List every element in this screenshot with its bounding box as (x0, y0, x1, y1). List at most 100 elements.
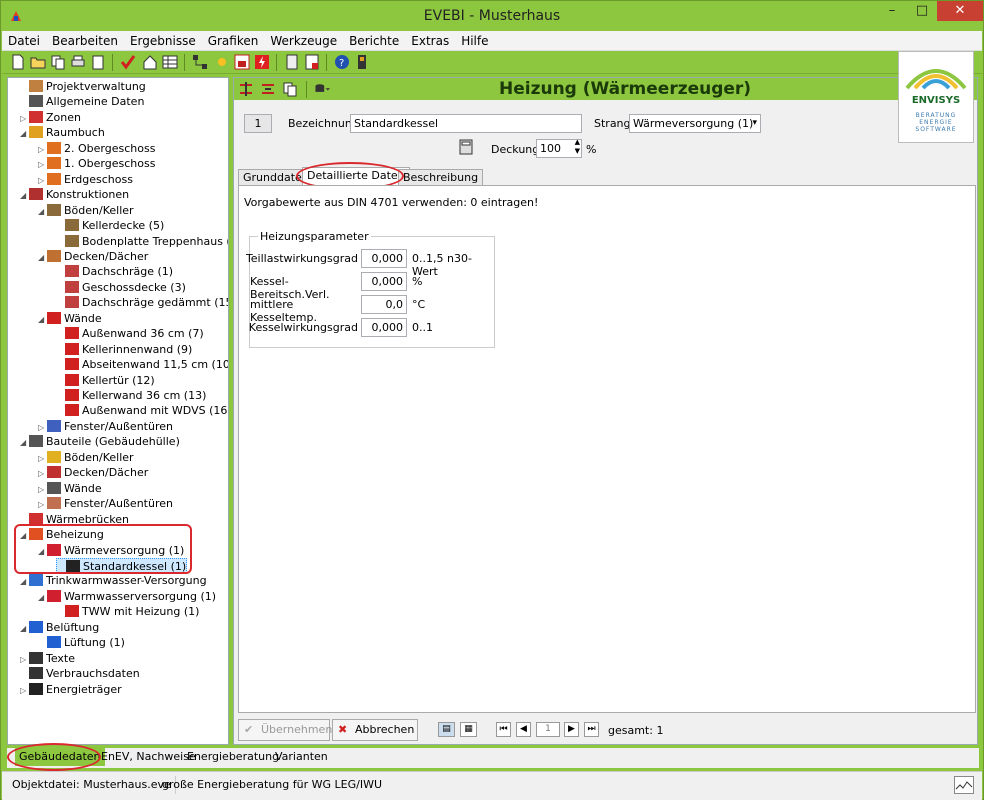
chart-icon[interactable] (234, 54, 250, 70)
expand-arrow-icon[interactable]: ▷ (38, 497, 47, 512)
project-tree[interactable]: Projektverwaltung Allgemeine Daten ▷ Zonen ◢… (7, 77, 229, 745)
expand-arrow-icon[interactable]: ▷ (38, 142, 47, 157)
accept-button[interactable]: ✔ Übernehmen (238, 719, 332, 741)
tree-item[interactable]: Lüftung (1) (38, 635, 125, 650)
tree-item[interactable]: Kellertür (12) (56, 373, 155, 388)
tree-item[interactable]: ◢ Wände (38, 311, 102, 326)
tree-item[interactable]: ◢ Decken/Dächer (38, 249, 148, 264)
tree-item[interactable]: Kellerwand 36 cm (13) (56, 388, 206, 403)
open-folder-icon[interactable] (30, 54, 46, 70)
menu-item-2[interactable]: Ergebnisse (124, 31, 202, 48)
deckung-spinner[interactable]: 100 ▲ ▼ (536, 138, 582, 158)
tree-item[interactable]: ▷ Energieträger (20, 682, 122, 697)
tab-energieberatung[interactable]: Energieberatung (183, 748, 283, 766)
tree-item[interactable]: ▷ Texte (20, 651, 75, 666)
new-file-icon[interactable] (10, 54, 26, 70)
tree-item[interactable]: ◢ Konstruktionen (20, 187, 129, 202)
menu-item-0[interactable]: Datei (2, 31, 46, 48)
expand-arrow-icon[interactable]: ◢ (38, 204, 47, 219)
tree-item[interactable]: ◢ Raumbuch (20, 125, 105, 140)
expand-arrow-icon[interactable]: ◢ (20, 126, 29, 141)
report-icon[interactable] (304, 54, 320, 70)
add-icon[interactable] (238, 81, 254, 97)
expand-arrow-icon[interactable]: ▷ (38, 173, 47, 188)
first-record-button[interactable]: ⏮ (496, 722, 511, 737)
tree-item[interactable]: ◢ Bauteile (Gebäudehülle) (20, 434, 180, 449)
param-input[interactable]: 0,0 (361, 295, 407, 314)
tree-item[interactable]: Abseitenwand 11,5 cm (10) (56, 357, 228, 372)
tab-beschreibung[interactable]: Beschreibung (398, 169, 484, 186)
tree-item[interactable]: Dachschräge gedämmt (15) (56, 295, 228, 310)
next-record-button[interactable]: ▶ (564, 722, 579, 737)
check-icon[interactable] (120, 54, 136, 70)
tree-item[interactable]: Außenwand 36 cm (7) (56, 326, 204, 341)
tree-item[interactable]: ▷ Zonen (20, 110, 81, 125)
param-input[interactable]: 0,000 (361, 249, 407, 268)
database-dropdown-icon[interactable] (314, 81, 330, 97)
sun-icon[interactable] (214, 54, 230, 70)
tree-item[interactable]: Bodenplatte Treppenhaus (6) (56, 234, 228, 249)
expand-arrow-icon[interactable]: ▷ (38, 451, 47, 466)
expand-arrow-icon[interactable]: ▷ (20, 111, 29, 126)
tree-item[interactable]: Geschossdecke (3) (56, 280, 186, 295)
minimize-button[interactable]: – (877, 1, 907, 21)
spinner-arrows-icon[interactable]: ▲ ▼ (575, 138, 580, 156)
tree-item[interactable]: ▷ Fenster/Außentüren (38, 419, 173, 434)
tree-item[interactable]: ▷ 1. Obergeschoss (38, 156, 155, 171)
tree-item[interactable]: Kellerinnenwand (9) (56, 342, 192, 357)
expand-arrow-icon[interactable]: ◢ (38, 312, 47, 327)
tree-item[interactable]: ◢ Warmwasserversorgung (1) (38, 589, 216, 604)
expand-arrow-icon[interactable]: ◢ (20, 574, 29, 589)
tree-item[interactable]: Außenwand mit WDVS (16) (56, 403, 228, 418)
tree-item[interactable]: ▷ Decken/Dächer (38, 465, 148, 480)
energy-icon[interactable] (254, 54, 270, 70)
menu-item-3[interactable]: Grafiken (202, 31, 265, 48)
expand-arrow-icon[interactable]: ◢ (20, 621, 29, 636)
clipboard-icon[interactable] (90, 54, 106, 70)
record-page-field[interactable]: 1 (536, 722, 560, 737)
expand-arrow-icon[interactable]: ◢ (38, 590, 47, 605)
param-input[interactable]: 0,000 (361, 318, 407, 337)
param-input[interactable]: 0,000 (361, 272, 407, 291)
bezeichnung-input[interactable]: Standardkessel (350, 114, 582, 133)
prev-record-button[interactable]: ◀ (516, 722, 531, 737)
tree-item[interactable]: ◢ Böden/Keller (38, 203, 134, 218)
menu-item-4[interactable]: Werkzeuge (264, 31, 343, 48)
tree-item[interactable]: Verbrauchsdaten (20, 666, 140, 681)
remove-icon[interactable] (260, 81, 276, 97)
tree-item[interactable]: ◢ Trinkwarmwasser-Versorgung (20, 573, 207, 588)
tree-item[interactable]: ▷ Wände (38, 481, 102, 496)
tree-item[interactable]: TWW mit Heizung (1) (56, 604, 199, 619)
tree-item[interactable]: ◢ Belüftung (20, 620, 99, 635)
expand-arrow-icon[interactable]: ◢ (20, 188, 29, 203)
tree-item[interactable]: ▷ 2. Obergeschoss (38, 141, 155, 156)
last-record-button[interactable]: ⏭ (584, 722, 599, 737)
form-view-icon[interactable]: ▤ (438, 722, 455, 737)
tree-item[interactable]: Allgemeine Daten (20, 94, 144, 109)
expand-arrow-icon[interactable]: ▷ (38, 157, 47, 172)
tree-item[interactable]: Projektverwaltung (20, 79, 146, 94)
tree-item[interactable]: ▷ Fenster/Außentüren (38, 496, 173, 511)
menu-item-6[interactable]: Extras (405, 31, 455, 48)
strang-select[interactable]: Wärmeversorgung (1) ▾ (629, 114, 761, 133)
menu-item-5[interactable]: Berichte (343, 31, 405, 48)
expand-arrow-icon[interactable]: ◢ (38, 250, 47, 265)
close-button[interactable]: ✕ (937, 1, 983, 21)
calculator-icon[interactable] (458, 139, 474, 155)
home-icon[interactable] (142, 54, 158, 70)
menu-item-1[interactable]: Bearbeiten (46, 31, 124, 48)
tree-item[interactable]: ▷ Böden/Keller (38, 450, 134, 465)
tab-varianten[interactable]: Varianten (271, 748, 332, 766)
maximize-button[interactable]: □ (907, 1, 937, 21)
tree-item[interactable]: Kellerdecke (5) (56, 218, 164, 233)
exit-icon[interactable] (354, 54, 370, 70)
duplicate-icon[interactable] (282, 81, 298, 97)
expand-arrow-icon[interactable]: ▷ (20, 652, 29, 667)
grid-view-icon[interactable]: ▦ (460, 722, 477, 737)
menu-item-7[interactable]: Hilfe (455, 31, 494, 48)
cancel-button[interactable]: ✖ Abbrechen (332, 719, 418, 741)
expand-arrow-icon[interactable]: ▷ (38, 420, 47, 435)
tree-item[interactable]: Dachschräge (1) (56, 264, 173, 279)
expand-arrow-icon[interactable]: ◢ (20, 435, 29, 450)
expand-arrow-icon[interactable]: ▷ (38, 466, 47, 481)
